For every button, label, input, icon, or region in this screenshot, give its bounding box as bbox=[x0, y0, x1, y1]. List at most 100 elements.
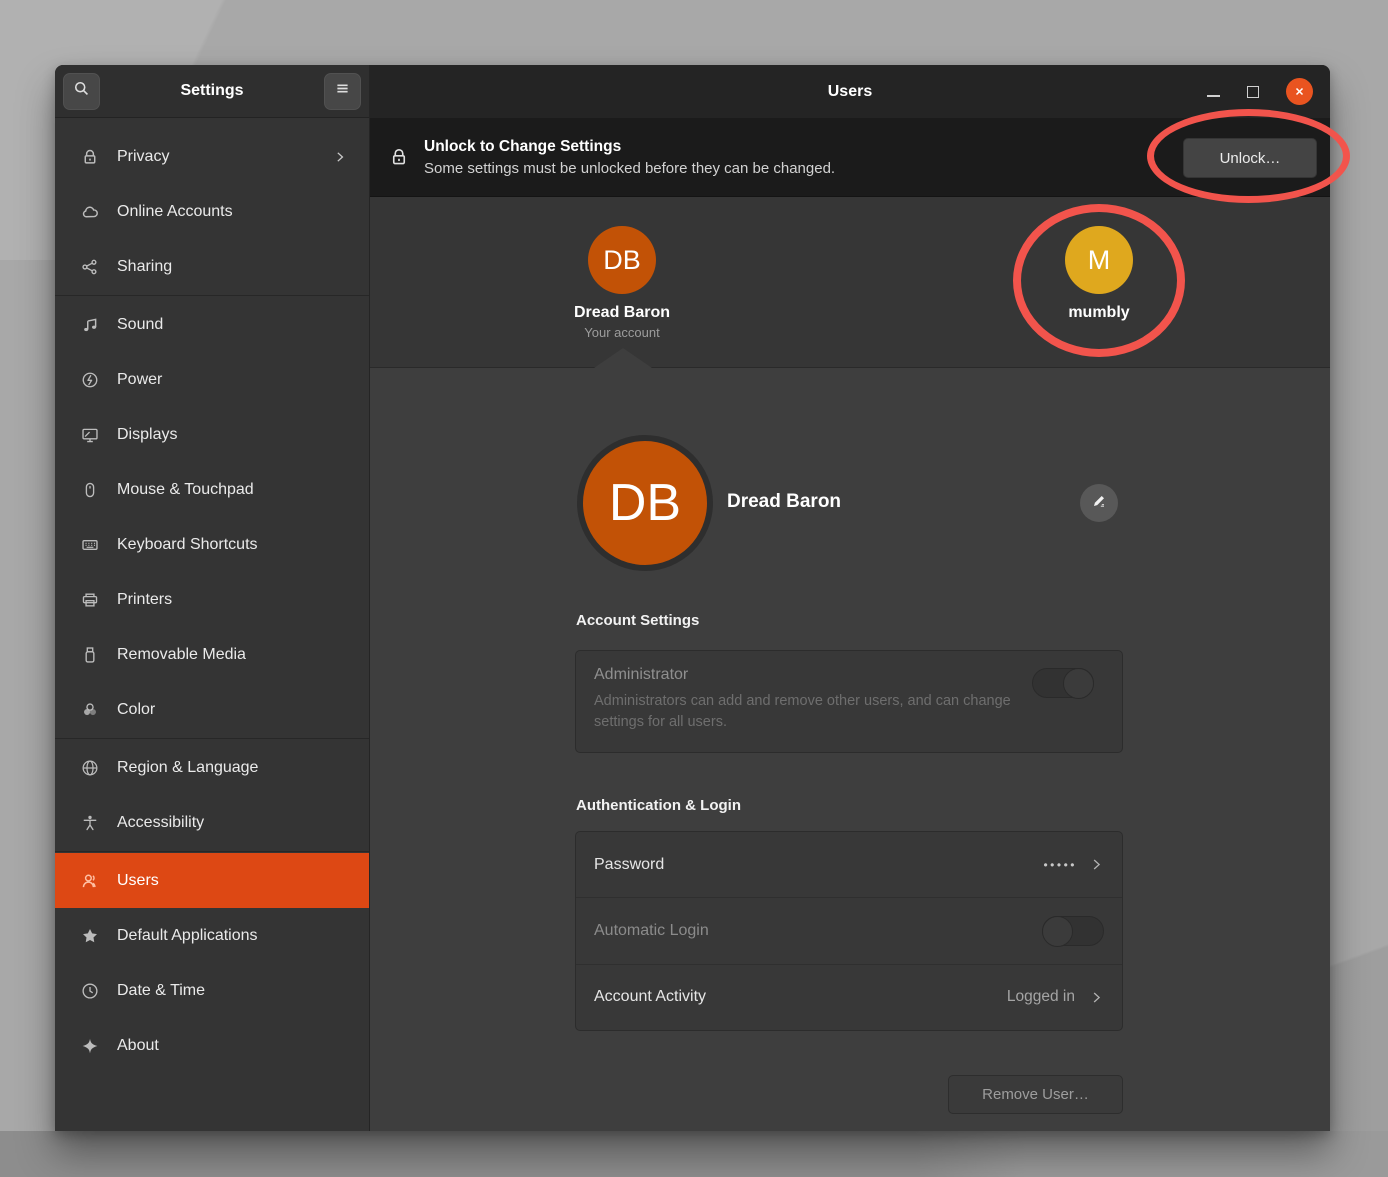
sidebar-item-label: Removable Media bbox=[117, 646, 347, 664]
sidebar-item-label: Printers bbox=[117, 591, 347, 609]
sidebar-item-mouse-touchpad[interactable]: Mouse & Touchpad bbox=[55, 462, 369, 517]
sidebar: Settings Privacy Online Accounts Sharing So… bbox=[55, 65, 370, 1131]
sidebar-item-online-accounts[interactable]: Online Accounts bbox=[55, 184, 369, 239]
edit-name-button[interactable] bbox=[1080, 484, 1118, 522]
lock-icon bbox=[81, 148, 99, 166]
account-activity-label: Account Activity bbox=[594, 988, 1007, 1006]
sidebar-header: Settings bbox=[55, 65, 369, 118]
unlock-banner-subtitle: Some settings must be unlocked before th… bbox=[424, 160, 835, 177]
account-activity-row[interactable]: Account Activity Logged in bbox=[576, 964, 1122, 1030]
clock-icon bbox=[81, 982, 99, 1000]
user-carousel: DB Dread Baron Your account M mumbly bbox=[370, 197, 1330, 368]
sidebar-item-power[interactable]: Power bbox=[55, 352, 369, 407]
sidebar-item-default-applications[interactable]: Default Applications bbox=[55, 908, 369, 963]
hamburger-menu-icon bbox=[334, 80, 351, 102]
password-row[interactable]: Password ••••• bbox=[576, 832, 1122, 897]
sidebar-item-label: Users bbox=[117, 872, 347, 890]
sidebar-item-date-time[interactable]: Date & Time bbox=[55, 963, 369, 1018]
settings-window: Settings Privacy Online Accounts Sharing So… bbox=[55, 65, 1330, 1131]
administrator-label: Administrator bbox=[594, 666, 1104, 684]
sidebar-item-sound[interactable]: Sound bbox=[55, 297, 369, 352]
user-chip-mumbly[interactable]: M mumbly bbox=[1019, 226, 1179, 322]
sound-icon bbox=[81, 316, 99, 334]
desktop-background-right-shade bbox=[1330, 840, 1388, 1131]
users-panel: Users Unlock to Change Settings Some set… bbox=[370, 65, 1330, 1131]
profile-avatar[interactable]: DB bbox=[583, 441, 707, 565]
sidebar-item-label: About bbox=[117, 1037, 347, 1055]
remove-user-button[interactable]: Remove User… bbox=[948, 1075, 1123, 1114]
sidebar-item-displays[interactable]: Displays bbox=[55, 407, 369, 462]
sidebar-item-users[interactable]: Users bbox=[55, 853, 369, 908]
administrator-toggle[interactable] bbox=[1032, 668, 1094, 698]
keyboard-icon bbox=[81, 536, 99, 554]
media-icon bbox=[81, 646, 99, 664]
star-icon bbox=[81, 927, 99, 945]
sidebar-item-removable-media[interactable]: Removable Media bbox=[55, 627, 369, 682]
administrator-description: Administrators can add and remove other … bbox=[594, 691, 1014, 733]
user-details: DB Dread Baron Account Settings Administ… bbox=[370, 368, 1330, 1131]
sidebar-item-label: Mouse & Touchpad bbox=[117, 481, 347, 499]
sidebar-item-label: Privacy bbox=[117, 148, 333, 166]
sidebar-separator bbox=[55, 738, 369, 739]
sidebar-item-label: Sound bbox=[117, 316, 347, 334]
sidebar-item-about[interactable]: About bbox=[55, 1018, 369, 1073]
search-button[interactable] bbox=[63, 73, 100, 110]
sidebar-item-label: Color bbox=[117, 701, 347, 719]
users-icon bbox=[81, 872, 99, 890]
automatic-login-row: Automatic Login bbox=[576, 897, 1122, 963]
account-activity-value: Logged in bbox=[1007, 988, 1075, 1006]
automatic-login-label: Automatic Login bbox=[594, 922, 1042, 940]
sidebar-item-privacy[interactable]: Privacy bbox=[55, 129, 369, 184]
sidebar-item-label: Accessibility bbox=[117, 814, 347, 832]
close-button[interactable] bbox=[1286, 78, 1313, 105]
sidebar-item-label: Displays bbox=[117, 426, 347, 444]
sidebar-item-label: Region & Language bbox=[117, 759, 347, 777]
sidebar-item-label: Default Applications bbox=[117, 927, 347, 945]
menu-button[interactable] bbox=[324, 73, 361, 110]
sidebar-item-sharing[interactable]: Sharing bbox=[55, 239, 369, 294]
page-title: Users bbox=[828, 83, 872, 101]
chevron-right-icon bbox=[1089, 990, 1104, 1005]
mouse-icon bbox=[81, 481, 99, 499]
sidebar-item-accessibility[interactable]: Accessibility bbox=[55, 795, 369, 850]
share-icon bbox=[81, 258, 99, 276]
app-title: Settings bbox=[100, 82, 324, 100]
sidebar-separator bbox=[55, 851, 369, 852]
current-user-avatar: DB bbox=[588, 226, 656, 294]
automatic-login-toggle[interactable] bbox=[1042, 916, 1104, 946]
auth-login-list: Password ••••• Automatic Login Account A… bbox=[575, 831, 1123, 1031]
chevron-right-icon bbox=[1089, 857, 1104, 872]
account-settings-heading: Account Settings bbox=[576, 612, 699, 629]
current-user-subtitle: Your account bbox=[542, 325, 702, 340]
sidebar-item-printers[interactable]: Printers bbox=[55, 572, 369, 627]
sidebar-item-color[interactable]: Color bbox=[55, 682, 369, 737]
sidebar-item-label: Date & Time bbox=[117, 982, 347, 1000]
close-icon bbox=[1293, 85, 1306, 98]
password-value: ••••• bbox=[1043, 858, 1077, 872]
chevron-right-icon bbox=[333, 150, 347, 164]
printer-icon bbox=[81, 591, 99, 609]
unlock-banner-text: Unlock to Change Settings Some settings … bbox=[424, 138, 835, 177]
sidebar-item-label: Sharing bbox=[117, 258, 347, 276]
window-controls bbox=[1207, 65, 1313, 118]
sparkle-icon bbox=[81, 1037, 99, 1055]
sidebar-item-keyboard-shortcuts[interactable]: Keyboard Shortcuts bbox=[55, 517, 369, 572]
user-chip-dread-baron[interactable]: DB Dread Baron Your account bbox=[542, 226, 702, 340]
cloud-icon bbox=[81, 203, 99, 221]
sidebar-item-region-language[interactable]: Region & Language bbox=[55, 740, 369, 795]
content-headerbar: Users bbox=[370, 65, 1330, 118]
power-icon bbox=[81, 371, 99, 389]
profile-name: Dread Baron bbox=[727, 491, 841, 513]
search-icon bbox=[73, 80, 90, 102]
sidebar-item-list: Privacy Online Accounts Sharing Sound Power D… bbox=[55, 118, 369, 1131]
other-user-name: mumbly bbox=[1019, 304, 1179, 322]
maximize-button[interactable] bbox=[1247, 86, 1259, 98]
selected-user-pointer bbox=[594, 348, 652, 368]
toggle-knob bbox=[1042, 916, 1073, 947]
current-user-name: Dread Baron bbox=[542, 304, 702, 322]
minimize-button[interactable] bbox=[1207, 95, 1220, 97]
unlock-banner: Unlock to Change Settings Some settings … bbox=[370, 118, 1330, 197]
sidebar-separator bbox=[55, 295, 369, 296]
unlock-button[interactable]: Unlock… bbox=[1183, 138, 1317, 178]
display-icon bbox=[81, 426, 99, 444]
